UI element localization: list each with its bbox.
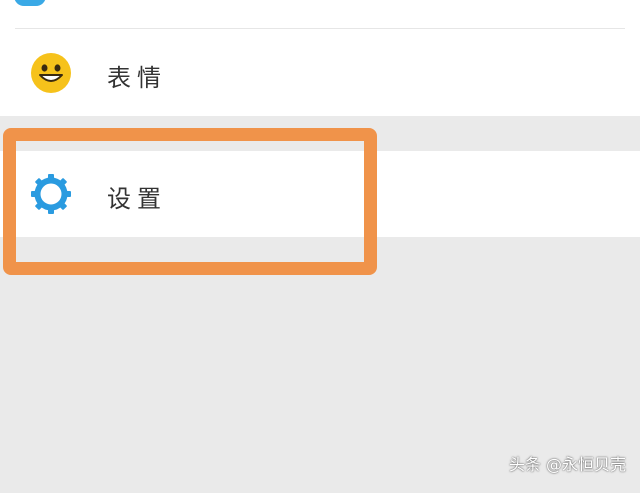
highlight-annotation-box [3, 128, 377, 275]
menu-divider [15, 28, 625, 29]
menu-item-label: 表情 [107, 64, 167, 92]
menu-item-emoji[interactable]: 表情 [0, 33, 640, 113]
menu-top-section: 表情 [0, 0, 640, 116]
partially-visible-icon [14, 0, 46, 6]
smiley-face-icon [29, 51, 73, 95]
watermark-text: 头条 @永恒贝壳 [508, 455, 626, 474]
